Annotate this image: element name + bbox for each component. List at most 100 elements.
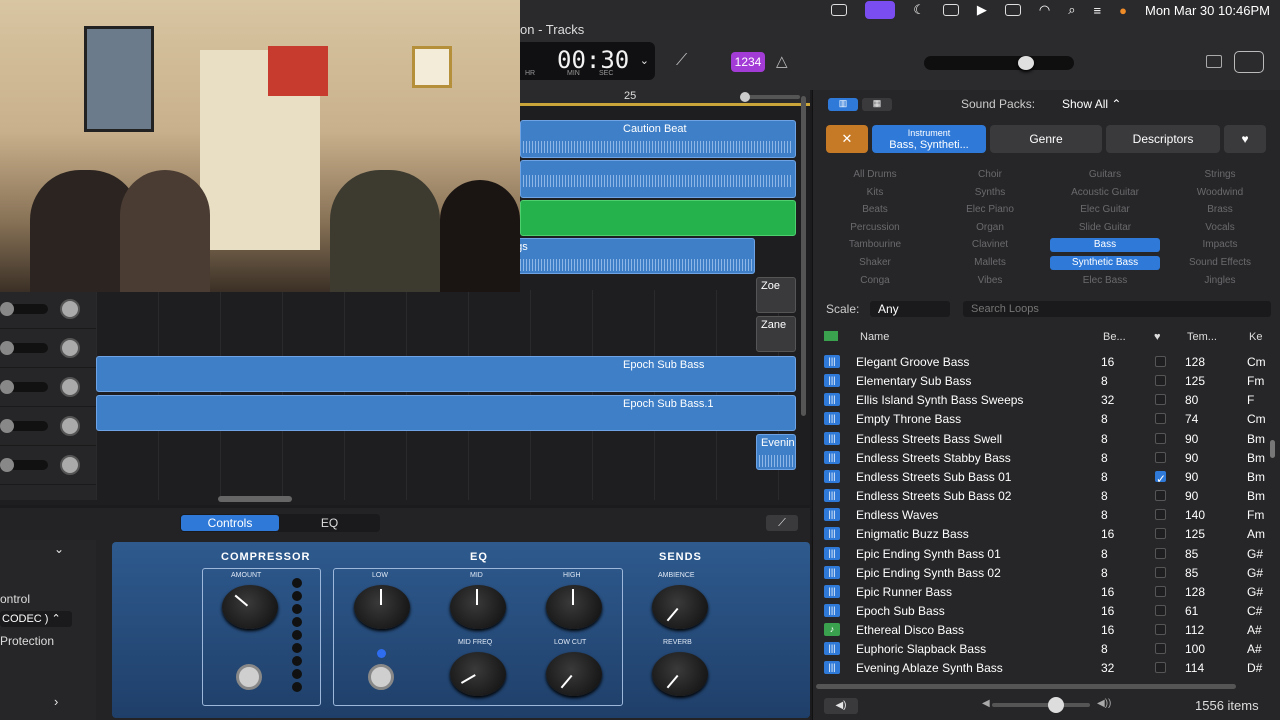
master-volume-slider[interactable]	[924, 56, 1074, 70]
pan-knob[interactable]	[60, 377, 80, 397]
favorite-checkbox[interactable]	[1155, 375, 1166, 387]
compressor-amount-knob[interactable]	[222, 585, 278, 629]
chevron-down-icon[interactable]: ⌄	[640, 54, 649, 67]
preview-volume-thumb[interactable]	[1048, 697, 1064, 713]
region-evening[interactable]: Evenin	[756, 434, 796, 470]
tuner-icon[interactable]: ⟋	[676, 52, 687, 70]
keyword-button[interactable]: Vibes	[935, 274, 1045, 288]
pan-knob[interactable]	[60, 416, 80, 436]
list-item[interactable]: ||| Endless Streets Stabby Bass 8 90 Bm	[812, 448, 1270, 467]
list-item[interactable]: ||| Empty Throne Bass 8 74 Cm	[812, 409, 1270, 428]
keyword-button[interactable]: Mallets	[935, 256, 1045, 270]
region-songs[interactable]: ngs	[505, 238, 755, 274]
codec-select[interactable]: CODEC ) ⌃	[0, 611, 72, 627]
favorite-checkbox[interactable]: ✓	[1155, 470, 1166, 486]
list-item[interactable]: ||| Endless Waves 8 140 Fm	[812, 505, 1270, 524]
volume-slider[interactable]	[0, 458, 48, 472]
list-item[interactable]: ♪ Ethereal Disco Bass 16 112 A#	[812, 620, 1270, 639]
ruler[interactable]: 25	[520, 90, 810, 106]
eq-mid-knob[interactable]	[450, 585, 506, 629]
region-midi[interactable]	[520, 200, 796, 236]
reverb-knob[interactable]	[652, 652, 708, 696]
col-name[interactable]: Name	[860, 331, 889, 343]
list-item[interactable]: ||| Endless Streets Bass Swell 8 90 Bm	[812, 429, 1270, 448]
tab-eq[interactable]: EQ	[280, 515, 379, 531]
screen-mirroring-icon[interactable]	[865, 1, 896, 19]
list-item[interactable]: ||| Endless Streets Sub Bass 01 8 ✓ 90 Bm	[812, 467, 1270, 486]
favorite-checkbox[interactable]	[1155, 394, 1166, 406]
menubar-clock[interactable]: Mon Mar 30 10:46PM	[1145, 3, 1270, 18]
list-item[interactable]: ||| Endless Streets Sub Bass 02 8 90 Bm	[812, 486, 1270, 505]
keyword-button[interactable]: Strings	[1165, 168, 1275, 182]
keyword-button[interactable]: All Drums	[820, 168, 930, 182]
eq-high-knob[interactable]	[546, 585, 602, 629]
track-header[interactable]	[0, 368, 96, 407]
keyword-button[interactable]: Tambourine	[820, 238, 930, 252]
volume-slider[interactable]	[0, 419, 48, 433]
keyword-button[interactable]: Guitars	[1050, 168, 1160, 182]
list-item[interactable]: ||| Ellis Island Synth Bass Sweeps 32 80 F	[812, 390, 1270, 409]
col-beats[interactable]: Be...	[1103, 331, 1126, 343]
keyword-button[interactable]: Brass	[1165, 203, 1275, 217]
ambience-knob[interactable]	[652, 585, 708, 629]
region-audio-2[interactable]	[520, 160, 796, 198]
favorite-checkbox[interactable]	[1155, 490, 1166, 502]
zoom-slider[interactable]	[740, 92, 800, 102]
notepad-icon[interactable]	[1206, 55, 1222, 68]
favorites-heart-icon[interactable]: ♥	[1224, 125, 1266, 153]
list-item[interactable]: ||| Epic Ending Synth Bass 01 8 85 G#	[812, 544, 1270, 563]
keyword-button[interactable]: Elec Guitar	[1050, 203, 1160, 217]
list-item[interactable]: ||| Epic Runner Bass 16 128 G#	[812, 582, 1270, 601]
pan-knob[interactable]	[60, 299, 80, 319]
favorite-checkbox[interactable]	[1155, 451, 1166, 463]
col-tempo[interactable]: Tem...	[1187, 331, 1217, 343]
list-item[interactable]: ||| Elementary Sub Bass 8 125 Fm	[812, 371, 1270, 390]
search-loops-input[interactable]	[963, 301, 1271, 317]
list-item[interactable]: ||| Epic Ending Synth Bass 02 8 85 G#	[812, 563, 1270, 582]
keyword-button[interactable]: Choir	[935, 168, 1045, 182]
favorite-checkbox[interactable]	[1155, 547, 1166, 559]
favorite-checkbox[interactable]	[1155, 566, 1166, 578]
keyword-button[interactable]: Bass	[1050, 238, 1160, 253]
keyword-button[interactable]: Elec Bass	[1050, 274, 1160, 288]
tab-controls[interactable]: Controls	[181, 515, 279, 531]
region-epoch-sub-bass-1[interactable]: Epoch Sub Bass.1	[96, 395, 796, 431]
keyword-button[interactable]: Conga	[820, 274, 930, 288]
keyword-button[interactable]: Organ	[935, 221, 1045, 235]
count-in-button[interactable]: 1234	[731, 52, 765, 72]
favorite-checkbox[interactable]	[1155, 413, 1166, 425]
keyword-button[interactable]: Beats	[820, 203, 930, 217]
track-header[interactable]	[0, 329, 96, 368]
keyword-button[interactable]: Vocals	[1165, 221, 1275, 235]
filter-instrument-button[interactable]: Instrument Bass, Syntheti...	[872, 125, 986, 153]
preview-volume-slider[interactable]	[992, 697, 1090, 713]
eq-low-cut-knob[interactable]	[546, 652, 602, 696]
col-key[interactable]: Ke	[1249, 331, 1262, 343]
favorite-checkbox[interactable]	[1155, 662, 1166, 674]
track-header[interactable]	[0, 407, 96, 446]
loop-list-vertical-scrollbar[interactable]	[1270, 440, 1275, 458]
keyword-button[interactable]: Shaker	[820, 256, 930, 270]
pan-knob[interactable]	[60, 455, 80, 475]
compressor-toggle[interactable]	[236, 664, 262, 690]
keyword-button[interactable]: Kits	[820, 186, 930, 200]
chevron-down-icon[interactable]: ⌄	[54, 542, 64, 556]
preview-speaker-button[interactable]: ◀)	[824, 698, 858, 714]
pan-knob[interactable]	[60, 338, 80, 358]
tracks-horizontal-scrollbar[interactable]	[218, 496, 292, 502]
region-zane[interactable]: Zane	[756, 316, 796, 352]
keyword-button[interactable]: Slide Guitar	[1050, 221, 1160, 235]
view-button-icon[interactable]: ▦	[862, 98, 892, 111]
loop-list-horizontal-scrollbar[interactable]	[816, 684, 1236, 689]
track-header[interactable]	[0, 446, 96, 485]
volume-slider[interactable]	[0, 341, 48, 355]
eq-low-knob[interactable]	[354, 585, 410, 629]
zoom-slider-thumb[interactable]	[740, 92, 750, 102]
battery-icon[interactable]	[1004, 4, 1021, 16]
filter-genre-button[interactable]: Genre	[990, 125, 1102, 153]
eq-mid-freq-knob[interactable]	[450, 652, 506, 696]
keyword-button[interactable]: Percussion	[820, 221, 930, 235]
keyword-button[interactable]: Elec Piano	[935, 203, 1045, 217]
wrench-icon[interactable]: ⟋	[766, 515, 798, 531]
list-item[interactable]: ||| Elegant Groove Bass 16 128 Cm	[812, 352, 1270, 371]
